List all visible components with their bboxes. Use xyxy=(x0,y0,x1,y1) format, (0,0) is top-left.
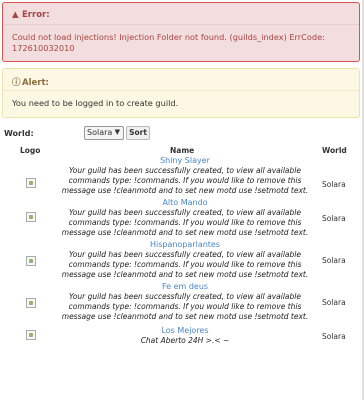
guild-world: Solara xyxy=(322,256,346,265)
guild-logo xyxy=(26,298,36,308)
guild-world: Solara xyxy=(322,180,346,189)
error-panel: ▲ Error: Could not load injections! Injec… xyxy=(2,2,360,62)
guild-logo xyxy=(26,178,36,188)
world-label: World: xyxy=(4,129,34,138)
alert-panel: ⓘAlert: You need to be logged in to crea… xyxy=(2,68,360,118)
guild-motd: Your guild has been successfully created… xyxy=(61,292,309,321)
guild-name-link[interactable]: Los Mejores xyxy=(60,326,310,335)
chevron-down-icon: ▼ xyxy=(114,128,120,136)
error-header: ▲ Error: xyxy=(3,3,359,25)
guild-name-link[interactable]: Fe em deus xyxy=(60,282,310,291)
warning-icon: ▲ xyxy=(12,10,19,20)
guild-logo xyxy=(26,256,36,266)
error-message: Could not load injections! Injection Fol… xyxy=(12,32,325,53)
guild-name-link[interactable]: Alto Mando xyxy=(60,198,310,207)
guild-motd: Your guild has been successfully created… xyxy=(61,250,309,279)
guild-world: Solara xyxy=(322,214,346,223)
guild-motd: Your guild has been successfully created… xyxy=(61,208,309,237)
error-title: ▲ Error: xyxy=(12,10,50,20)
header-logo: Logo xyxy=(20,146,41,155)
alert-title-text: Alert: xyxy=(22,78,49,88)
guild-motd: Your guild has been successfully created… xyxy=(61,166,309,195)
info-icon: ⓘ xyxy=(12,78,21,88)
alert-message: You need to be logged in to create guild… xyxy=(12,98,179,108)
guild-logo xyxy=(26,212,36,222)
alert-title: ⓘAlert: xyxy=(12,78,49,88)
guild-name-link[interactable]: Hispanoparlantes xyxy=(60,240,310,249)
error-title-text: Error: xyxy=(22,10,50,20)
world-select[interactable]: Solara ▼ xyxy=(84,126,124,140)
sort-button[interactable]: Sort xyxy=(126,126,150,140)
guild-motd: Chat Aberto 24H >.< ~ xyxy=(140,336,230,345)
header-name: Name xyxy=(170,146,195,155)
header-world: World xyxy=(322,146,347,155)
world-select-value: Solara xyxy=(87,128,113,137)
alert-header: ⓘAlert: xyxy=(3,69,359,91)
guild-world: Solara xyxy=(322,332,346,341)
guild-logo xyxy=(26,330,36,340)
guild-world: Solara xyxy=(322,298,346,307)
world-filter: World: Solara ▼ Sort xyxy=(4,126,360,142)
guild-name-link[interactable]: Shiny Slayer xyxy=(60,156,310,165)
